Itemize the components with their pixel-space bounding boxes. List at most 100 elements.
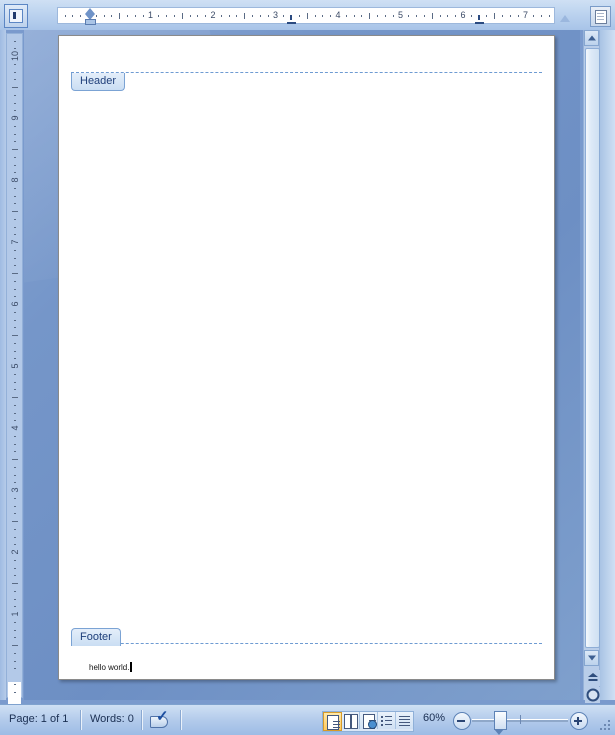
- vertical-ruler-number-6: 6: [10, 301, 20, 307]
- vertical-ruler-tick: [14, 412, 16, 414]
- footer-tab-label[interactable]: Footer: [71, 628, 121, 646]
- vertical-ruler-tick: [14, 451, 16, 453]
- header-tab-label[interactable]: Header: [71, 73, 126, 91]
- footer-text-content: hello world.: [89, 663, 130, 672]
- zoom-slider-center-tick: [520, 715, 521, 724]
- ruler-number-7: 7: [522, 10, 529, 20]
- resize-grip-dot: [608, 728, 610, 730]
- vertical-ruler-tick: [14, 505, 16, 507]
- vertical-ruler-tick: [14, 567, 16, 569]
- ruler-number-4: 4: [335, 10, 341, 20]
- zoom-level-label[interactable]: 60%: [423, 712, 445, 724]
- vertical-ruler-number-2: 2: [10, 549, 20, 555]
- vertical-ruler-tick: [14, 443, 16, 445]
- right-indent-marker[interactable]: [559, 15, 570, 22]
- vertical-ruler-tick: [12, 335, 18, 336]
- scroll-up-button[interactable]: [584, 30, 599, 46]
- scrollbar-thumb[interactable]: [585, 48, 600, 648]
- vertical-ruler-tick: [12, 397, 18, 398]
- reading-right-page-icon: [351, 714, 358, 729]
- view-button-outline[interactable]: [378, 712, 396, 729]
- vertical-ruler-number-9: 9: [10, 115, 20, 121]
- tab-stop-selector-button[interactable]: [4, 4, 28, 28]
- select-browse-object-button[interactable]: [585, 687, 600, 703]
- vertical-ruler-tick: [14, 195, 16, 197]
- vertical-scrollbar[interactable]: [583, 30, 600, 720]
- document-page[interactable]: Header Footer hello world.: [58, 35, 555, 680]
- reading-left-page-icon: [344, 714, 351, 729]
- vertical-ruler-tick: [14, 265, 16, 267]
- vertical-ruler-number-10: 10: [10, 51, 20, 62]
- horizontal-ruler[interactable]: 1 2 3 4 5 6 7: [57, 7, 570, 25]
- footer-text-area[interactable]: hello world.: [89, 662, 133, 672]
- ruler-number-6: 6: [460, 10, 466, 20]
- vertical-ruler-tick: [14, 629, 16, 631]
- vertical-ruler-tick: [14, 141, 16, 143]
- window-resize-grip[interactable]: [600, 720, 612, 732]
- vertical-ruler-tick: [14, 226, 16, 228]
- left-indent-marker[interactable]: [85, 8, 96, 25]
- vertical-ruler-tick: [12, 583, 18, 584]
- vertical-ruler-tick: [14, 257, 16, 259]
- vertical-ruler[interactable]: 10 9 8 7 6 5 4 3 2 1: [6, 33, 23, 719]
- vertical-ruler-tick: [14, 389, 16, 391]
- vertical-ruler-tick: [14, 668, 16, 670]
- vertical-ruler-tick: [14, 404, 16, 406]
- view-button-print-layout[interactable]: [323, 712, 342, 731]
- vertical-ruler-tick: [14, 71, 16, 73]
- spelling-check-icon[interactable]: ✓: [150, 708, 170, 728]
- vertical-ruler-tick: [14, 350, 16, 352]
- status-separator-2: [141, 710, 143, 730]
- tab-stop-marker-1[interactable]: [287, 15, 297, 24]
- vertical-ruler-number-4: 4: [10, 425, 20, 431]
- word-count-status[interactable]: Words: 0: [90, 712, 134, 727]
- vertical-ruler-number-7: 7: [10, 239, 20, 245]
- vertical-ruler-tick: [14, 559, 16, 561]
- zoom-slider-thumb[interactable]: [494, 711, 507, 735]
- vertical-ruler-tick: [14, 40, 16, 42]
- view-button-web-layout[interactable]: [360, 712, 378, 729]
- vertical-ruler-tick: [14, 249, 16, 251]
- zoom-in-button[interactable]: [570, 712, 588, 730]
- view-ruler-icon: [595, 10, 607, 24]
- vertical-ruler-tick: [14, 536, 16, 538]
- spell-checkmark-icon: ✓: [156, 708, 169, 725]
- page-number-status[interactable]: Page: 1 of 1: [9, 712, 68, 727]
- tab-stop-marker-2[interactable]: [474, 15, 484, 24]
- ruler-number-5: 5: [397, 10, 404, 20]
- vertical-ruler-tick: [14, 598, 16, 600]
- view-ruler-button[interactable]: [590, 6, 611, 27]
- vertical-ruler-tick: [14, 187, 16, 189]
- vertical-ruler-tick: [14, 102, 16, 104]
- print-layout-icon: [327, 715, 340, 730]
- text-caret: [130, 662, 133, 672]
- ruler-number-1: 1: [147, 10, 154, 20]
- vertical-ruler-tick: [14, 435, 16, 437]
- document-workspace[interactable]: Header Footer hello world.: [24, 30, 580, 700]
- vertical-ruler-tick: [12, 459, 18, 460]
- resize-grip-dot: [600, 728, 602, 730]
- vertical-ruler-number-3: 3: [10, 487, 20, 493]
- zoom-out-button[interactable]: [453, 712, 471, 730]
- footer-boundary-line: [71, 643, 542, 644]
- view-button-full-screen-reading[interactable]: [342, 712, 360, 729]
- vertical-ruler-tick: [14, 497, 16, 499]
- view-button-draft[interactable]: [396, 712, 413, 729]
- vertical-ruler-tick: [14, 164, 16, 166]
- chevron-down-icon: [587, 655, 596, 661]
- status-separator-1: [80, 710, 82, 730]
- vertical-ruler-tick: [12, 149, 18, 150]
- scroll-down-button[interactable]: [584, 650, 599, 666]
- tab-stop-selector-inner: [9, 9, 23, 23]
- vertical-ruler-tick: [14, 342, 16, 344]
- resize-grip-dot: [608, 720, 610, 722]
- browse-object-circle-icon: [586, 688, 599, 702]
- vertical-ruler-tick: [14, 311, 16, 313]
- view-mode-buttons[interactable]: [322, 711, 414, 732]
- vertical-ruler-tick: [14, 652, 16, 654]
- double-chevron-up-icon: [587, 673, 598, 677]
- vertical-ruler-tick: [14, 513, 16, 515]
- globe-icon: [368, 720, 377, 729]
- vertical-ruler-tick: [14, 621, 16, 623]
- previous-page-button[interactable]: [585, 670, 600, 686]
